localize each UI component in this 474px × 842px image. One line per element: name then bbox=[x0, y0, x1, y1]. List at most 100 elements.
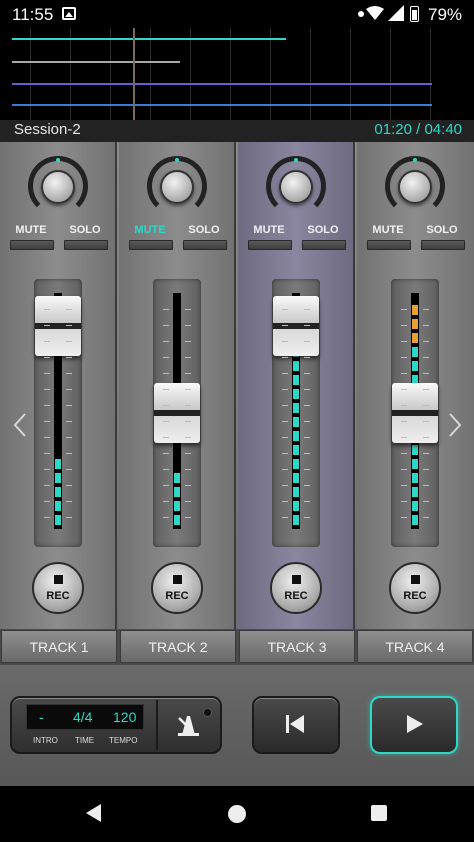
rec-label: REC bbox=[403, 590, 427, 602]
fader-scale-tick bbox=[66, 341, 72, 342]
chevron-left-icon[interactable] bbox=[12, 412, 28, 438]
solo-button[interactable] bbox=[183, 240, 227, 250]
system-navigation-bar bbox=[0, 786, 474, 842]
fader-scale-tick bbox=[163, 469, 169, 470]
fader-scale-tick bbox=[44, 373, 50, 374]
meter-segment bbox=[412, 473, 418, 483]
fader-scale-tick bbox=[163, 437, 169, 438]
fader-handle[interactable] bbox=[154, 383, 200, 443]
chevron-right-icon[interactable] bbox=[447, 412, 463, 438]
pan-knob[interactable] bbox=[385, 156, 445, 216]
fader-scale-tick bbox=[401, 357, 407, 358]
meter-segment bbox=[293, 473, 299, 483]
meter-segment bbox=[293, 515, 299, 525]
fader-scale-tick bbox=[163, 325, 169, 326]
meter-segment bbox=[55, 459, 61, 469]
fader-scale-tick bbox=[163, 389, 169, 390]
fader-scale-tick bbox=[44, 389, 50, 390]
mute-button[interactable] bbox=[10, 240, 54, 250]
fader-scale-tick bbox=[423, 309, 429, 310]
fader-scale-tick bbox=[304, 437, 310, 438]
play-button[interactable] bbox=[370, 696, 458, 754]
meter-segment bbox=[55, 515, 61, 525]
volume-fader[interactable] bbox=[153, 279, 201, 547]
timeline-lane-track-3 bbox=[12, 83, 432, 85]
track-label-2[interactable]: TRACK 2 bbox=[120, 630, 236, 663]
recent-apps-icon[interactable] bbox=[371, 805, 387, 821]
solo-label: SOLO bbox=[69, 224, 101, 236]
metronome-button[interactable] bbox=[162, 702, 218, 750]
fader-scale-tick bbox=[282, 437, 288, 438]
pan-knob[interactable] bbox=[266, 156, 326, 216]
back-icon[interactable] bbox=[86, 804, 101, 822]
fader-scale-tick bbox=[66, 389, 72, 390]
volume-fader[interactable] bbox=[34, 279, 82, 547]
solo-label: SOLO bbox=[307, 224, 339, 236]
fader-scale-tick bbox=[401, 341, 407, 342]
fader-scale-tick bbox=[401, 405, 407, 406]
channel-strip-1: MUTE SOLO REC bbox=[0, 142, 117, 629]
fader-scale-tick bbox=[163, 453, 169, 454]
pan-knob[interactable] bbox=[147, 156, 207, 216]
fader-handle[interactable] bbox=[35, 296, 81, 356]
record-stop-icon bbox=[411, 575, 420, 584]
transport-bar: - 4/4 120 INTRO TIME TEMPO bbox=[0, 665, 474, 786]
track-label-1[interactable]: TRACK 1 bbox=[1, 630, 117, 663]
fader-scale-tick bbox=[401, 309, 407, 310]
tempo-value: 120 bbox=[113, 709, 137, 725]
record-arm-button[interactable]: REC bbox=[270, 562, 322, 614]
fader-scale-tick bbox=[44, 309, 50, 310]
fader-scale-tick bbox=[423, 357, 429, 358]
meter-segment bbox=[412, 333, 418, 343]
meter-segment bbox=[293, 445, 299, 455]
track-label-4[interactable]: TRACK 4 bbox=[357, 630, 473, 663]
home-icon[interactable] bbox=[228, 805, 246, 823]
fader-handle[interactable] bbox=[273, 296, 319, 356]
meter-segment bbox=[55, 487, 61, 497]
solo-button[interactable] bbox=[302, 240, 346, 250]
meter-segment bbox=[174, 473, 180, 483]
fader-scale-tick bbox=[401, 421, 407, 422]
record-arm-button[interactable]: REC bbox=[151, 562, 203, 614]
fader-scale-tick bbox=[44, 485, 50, 486]
volume-fader[interactable] bbox=[391, 279, 439, 547]
time-signature-value: 4/4 bbox=[73, 709, 93, 725]
playback-position: 01:20 / 04:40 bbox=[374, 121, 462, 138]
track-label-row: TRACK 1 TRACK 2 TRACK 3 TRACK 4 bbox=[0, 629, 474, 665]
fader-scale-tick bbox=[304, 325, 310, 326]
fader-scale-tick bbox=[66, 405, 72, 406]
track-label-3[interactable]: TRACK 3 bbox=[239, 630, 355, 663]
record-arm-button[interactable]: REC bbox=[389, 562, 441, 614]
intro-value: - bbox=[39, 709, 44, 725]
fader-scale-tick bbox=[423, 389, 429, 390]
pan-knob-cap bbox=[279, 170, 313, 204]
fader-handle[interactable] bbox=[392, 383, 438, 443]
fader-scale-tick bbox=[282, 485, 288, 486]
fader-scale-tick bbox=[66, 517, 72, 518]
fader-scale-tick bbox=[163, 517, 169, 518]
tempo-panel-divider bbox=[156, 700, 158, 750]
mute-button[interactable] bbox=[367, 240, 411, 250]
solo-button[interactable] bbox=[64, 240, 108, 250]
timeline-overview[interactable] bbox=[0, 28, 474, 120]
fader-scale-tick bbox=[401, 437, 407, 438]
record-arm-button[interactable]: REC bbox=[32, 562, 84, 614]
mute-button[interactable] bbox=[129, 240, 173, 250]
meter-segment bbox=[293, 417, 299, 427]
fader-scale-tick bbox=[282, 517, 288, 518]
rewind-button[interactable] bbox=[252, 696, 340, 754]
timeline-grid-line bbox=[110, 28, 111, 120]
timeline-playhead[interactable] bbox=[133, 28, 135, 120]
timeline-lane-track-4 bbox=[12, 104, 432, 106]
meter-segment bbox=[293, 389, 299, 399]
solo-label: SOLO bbox=[188, 224, 220, 236]
mute-button[interactable] bbox=[248, 240, 292, 250]
fader-scale-tick bbox=[304, 309, 310, 310]
pan-knob[interactable] bbox=[28, 156, 88, 216]
notification-dot-icon bbox=[358, 11, 364, 17]
solo-button[interactable] bbox=[421, 240, 465, 250]
tempo-panel[interactable]: - 4/4 120 INTRO TIME TEMPO bbox=[10, 696, 222, 754]
volume-fader[interactable] bbox=[272, 279, 320, 547]
fader-scale-tick bbox=[66, 309, 72, 310]
meter-segment bbox=[55, 473, 61, 483]
